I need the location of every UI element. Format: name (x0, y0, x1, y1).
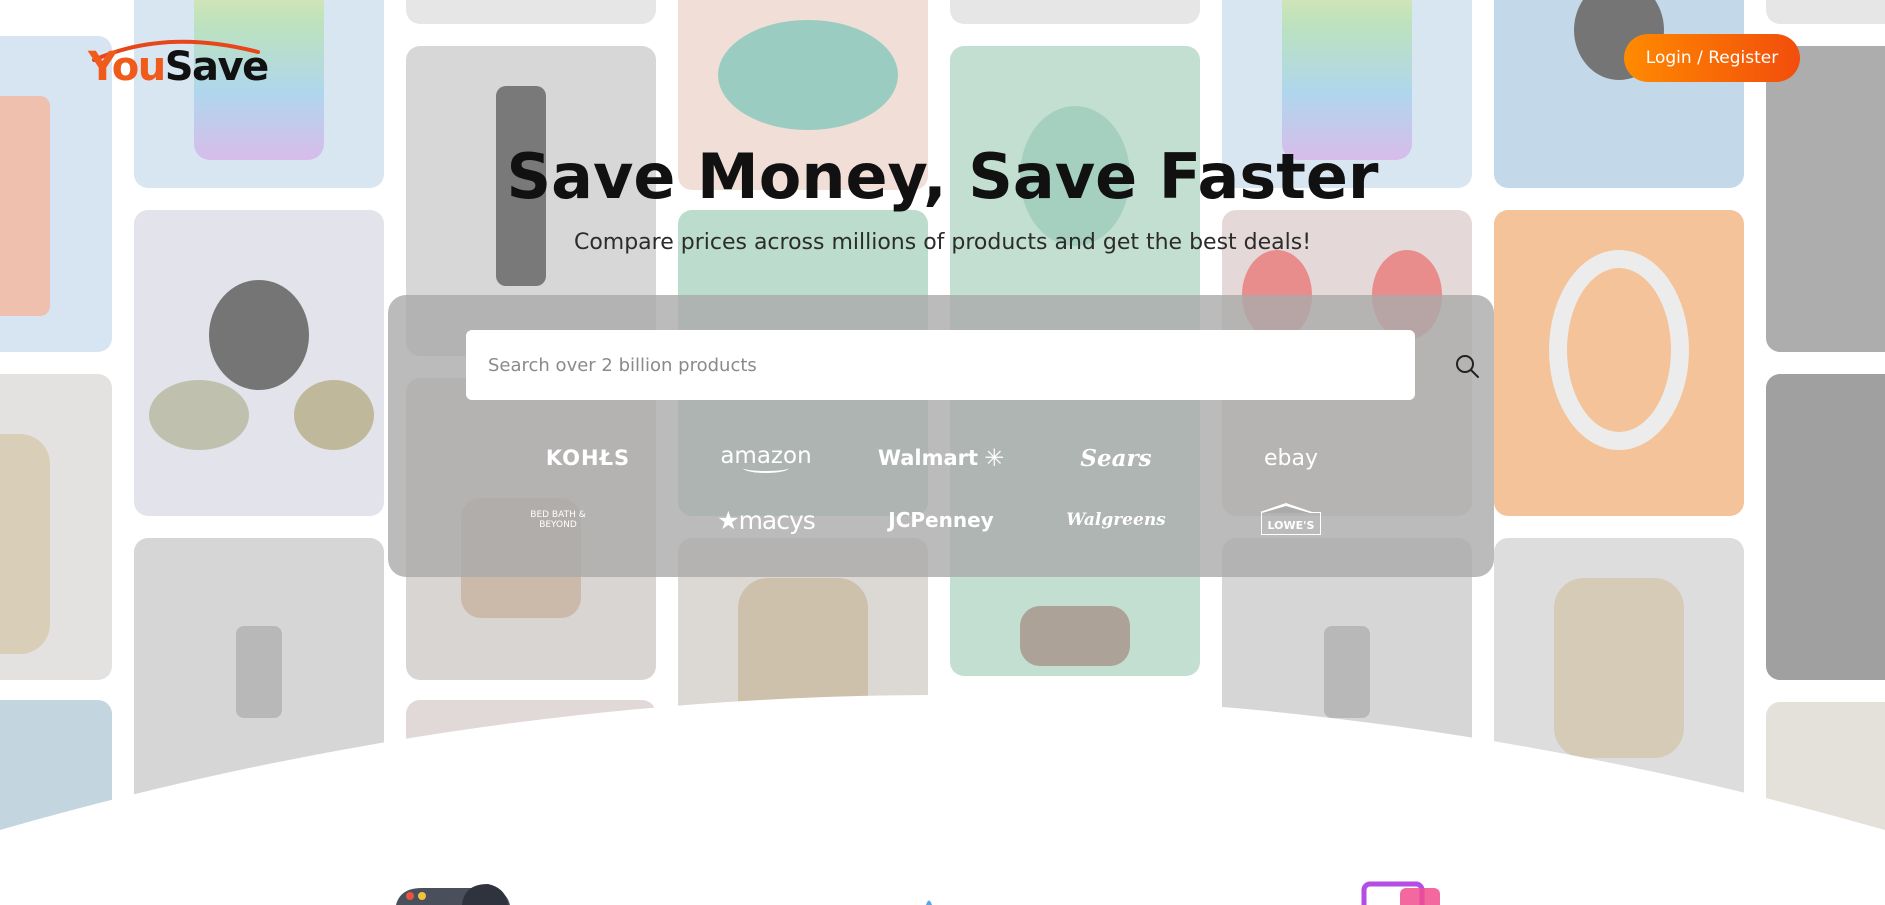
store-logo-sears[interactable]: Sears (1041, 438, 1191, 478)
store-logo-walmart[interactable]: Walmart ✳ (866, 438, 1016, 478)
store-label: BED BATH & BEYOND (530, 510, 586, 530)
rocket-icon (926, 900, 932, 905)
store-logo-ebay[interactable]: ebay (1216, 438, 1366, 478)
search-panel: KOHŁS amazon Walmart✳ Sears ebay BED BAT… (388, 295, 1494, 577)
store-logo-lowes[interactable]: LOWE'S (1216, 502, 1366, 543)
store-logo-macys[interactable]: ★macys (691, 500, 841, 540)
search-icon[interactable] (1454, 353, 1480, 379)
logo-part-save: Save (164, 44, 270, 90)
store-logo-kohls[interactable]: KOHŁS (513, 438, 663, 478)
walmart-spark-icon: ✳ (984, 444, 1005, 472)
store-logo-amazon[interactable]: amazon (691, 438, 841, 478)
store-label: Sears (1080, 444, 1152, 472)
store-label: JCPenney (888, 508, 994, 532)
store-logo-jcpenney[interactable]: JCPenney (866, 500, 1016, 540)
logo-text: YouSave (88, 44, 270, 90)
hero-title: Save Money, Save Faster (506, 140, 1379, 213)
shopping-cart-icon (1361, 881, 1440, 905)
store-label: KOHŁS (545, 446, 631, 470)
logo[interactable]: YouSave (86, 34, 272, 90)
login-register-button[interactable]: Login / Register (1624, 34, 1800, 82)
store-label: LOWE'S (1259, 502, 1322, 535)
search-input[interactable] (466, 330, 1346, 400)
store-label: Walmart (877, 446, 979, 470)
search-box (466, 330, 1479, 400)
logo-part-you: You (88, 44, 166, 90)
hero-subtitle: Compare prices across millions of produc… (573, 230, 1312, 255)
store-label: ebay (1263, 445, 1318, 471)
store-logo-walgreens[interactable]: Walgreens (1041, 500, 1191, 540)
store-logo-bed-bath-beyond[interactable]: BED BATH & BEYOND (513, 500, 603, 540)
store-label: Walgreens (1066, 510, 1166, 530)
store-label: ★macys (717, 505, 816, 535)
amazon-smile-icon (743, 463, 789, 473)
gamepad-icon (396, 884, 510, 905)
